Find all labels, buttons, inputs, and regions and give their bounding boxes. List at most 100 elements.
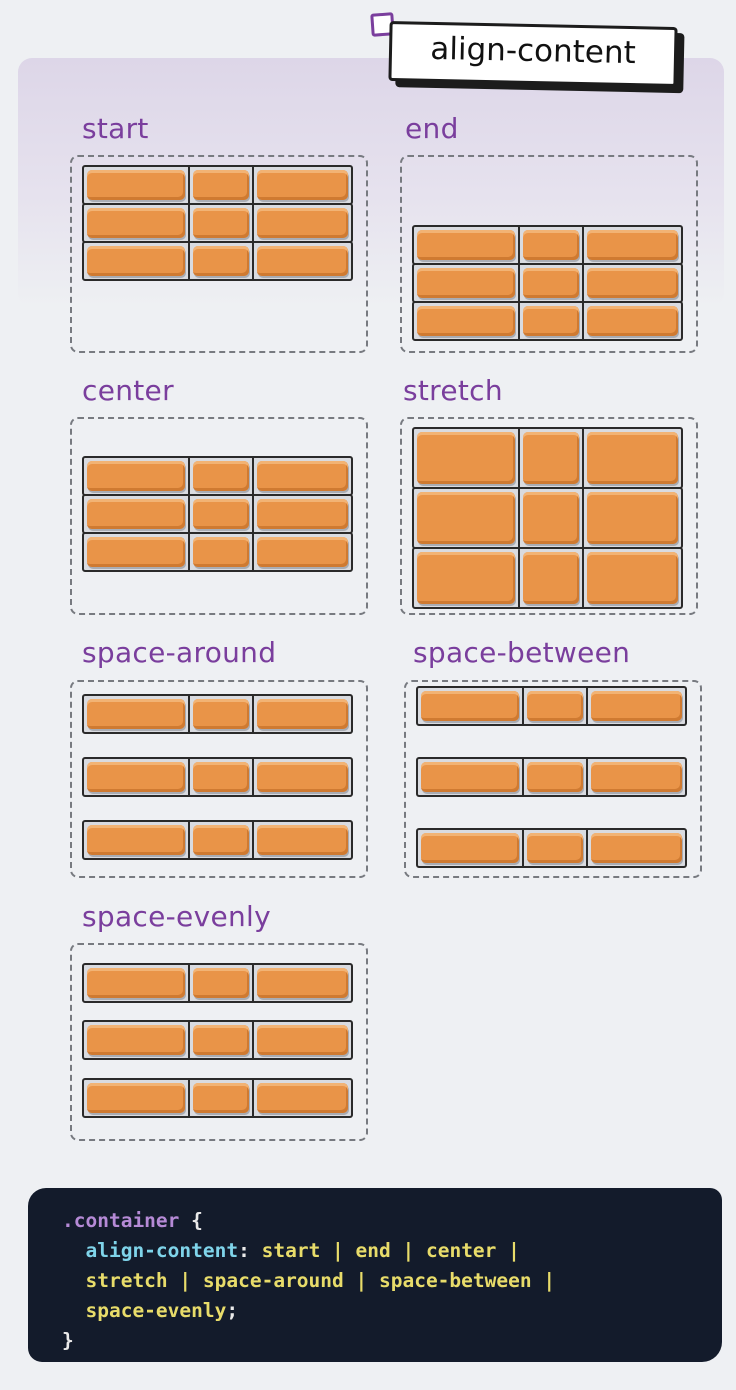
container-space-between (404, 680, 702, 878)
grid-item-brick (257, 1025, 348, 1055)
brick-row (82, 1020, 353, 1060)
grid-cell (254, 496, 351, 532)
grid-start (82, 165, 353, 281)
grid-item-brick (591, 691, 682, 721)
code-values-line-1: start | end | center | (261, 1239, 520, 1262)
grid-item-brick (87, 537, 185, 567)
grid-cell (84, 695, 190, 732)
grid-item-brick (417, 492, 515, 544)
grid-item-brick (523, 492, 579, 544)
grid-item-brick (523, 268, 579, 298)
container-space-around (70, 680, 368, 878)
grid-cell (524, 830, 588, 866)
brick-row (82, 820, 353, 861)
grid-item-brick (87, 461, 185, 491)
grid-item-brick (417, 432, 515, 484)
code-colon: : (238, 1239, 250, 1262)
grid-cell (84, 167, 190, 203)
label-center: center (82, 374, 174, 407)
grid-cell (84, 964, 190, 1001)
code-property: align-content (85, 1239, 239, 1262)
grid-item-brick (87, 499, 185, 529)
brick-row (412, 263, 683, 303)
grid-item-brick (591, 833, 682, 863)
grid-item-brick (417, 306, 515, 336)
grid-cell (520, 265, 584, 301)
brick-row (82, 165, 353, 205)
grid-cell (84, 243, 190, 279)
grid-cell (190, 695, 254, 732)
grid-cell (190, 822, 254, 859)
grid-item-brick (193, 967, 249, 998)
container-space-evenly (70, 943, 368, 1141)
grid-item-brick (87, 1082, 185, 1113)
grid-space-evenly (82, 962, 353, 1118)
grid-item-brick (417, 552, 515, 604)
grid-space-between (416, 686, 687, 868)
grid-item-brick (257, 761, 348, 792)
brick-row (82, 1077, 353, 1118)
grid-item-brick (523, 230, 579, 260)
grid-cell (254, 205, 351, 241)
grid-cell (254, 759, 351, 795)
grid-item-brick (87, 170, 185, 200)
grid-item-brick (193, 461, 249, 491)
brick-row (416, 757, 687, 797)
grid-cell (190, 458, 254, 494)
code-open-brace: { (191, 1209, 203, 1232)
title-card: align-content (388, 20, 678, 88)
grid-cell (84, 1022, 190, 1058)
container-end (400, 155, 698, 353)
grid-cell (254, 696, 351, 732)
grid-end (412, 225, 683, 341)
grid-item-brick (257, 537, 348, 567)
grid-item-brick (527, 833, 583, 863)
grid-cell (520, 429, 584, 487)
label-space-around: space-around (82, 636, 277, 669)
brick-row (412, 487, 683, 549)
grid-cell (414, 429, 520, 487)
grid-item-brick (257, 499, 348, 529)
grid-cell (190, 1022, 254, 1058)
grid-cell (254, 243, 351, 279)
grid-item-brick (257, 461, 348, 491)
grid-cell (414, 303, 520, 339)
grid-cell (190, 1079, 254, 1116)
code-semicolon: ; (226, 1299, 239, 1322)
grid-cell (84, 822, 190, 859)
grid-cell (84, 534, 190, 570)
grid-cell (84, 205, 190, 241)
grid-cell (254, 167, 351, 203)
code-selector: .container (62, 1209, 180, 1232)
grid-cell (418, 688, 524, 724)
grid-cell (190, 496, 254, 532)
code-values-line-2: stretch | space-around | space-between | (85, 1269, 556, 1292)
grid-cell (84, 1079, 190, 1116)
grid-item-brick (527, 762, 583, 792)
brick-row (82, 962, 353, 1003)
grid-cell (190, 167, 254, 203)
code-values-line-3: space-evenly (85, 1299, 227, 1322)
label-start: start (82, 112, 149, 145)
brick-row (82, 532, 353, 572)
grid-cell (190, 205, 254, 241)
grid-item-brick (257, 170, 348, 200)
grid-item-brick (193, 246, 249, 276)
grid-item-brick (421, 691, 519, 721)
grid-cell (190, 964, 254, 1001)
grid-item-brick (417, 268, 515, 298)
grid-space-around (82, 693, 353, 861)
grid-item-brick (87, 825, 185, 856)
container-center (70, 417, 368, 615)
grid-item-brick (587, 268, 678, 298)
grid-item-brick (193, 208, 249, 238)
grid-cell (520, 489, 584, 547)
grid-item-brick (421, 833, 519, 863)
label-end: end (405, 112, 459, 145)
grid-cell (190, 758, 254, 795)
grid-cell (520, 549, 584, 607)
grid-cell (584, 303, 681, 339)
brick-row (412, 427, 683, 489)
grid-cell (520, 303, 584, 339)
grid-cell (254, 458, 351, 494)
